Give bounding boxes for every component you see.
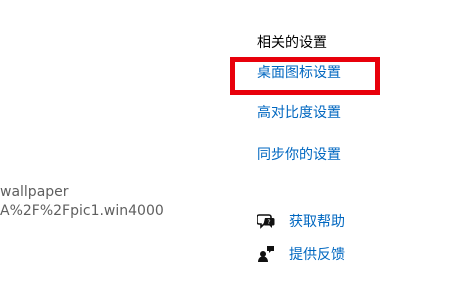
chat-help-icon: ? bbox=[256, 212, 275, 230]
high-contrast-settings-link[interactable]: 高对比度设置 bbox=[257, 102, 341, 122]
related-settings-title: 相关的设置 bbox=[257, 35, 327, 51]
feedback-icon bbox=[257, 245, 275, 263]
settings-page: wallpaper A%2F%2Fpic1.win4000 相关的设置 桌面图标… bbox=[0, 0, 462, 284]
highlight-box bbox=[230, 57, 380, 95]
wallpaper-path-line2: A%2F%2Fpic1.win4000 bbox=[0, 203, 164, 219]
sync-settings-link[interactable]: 同步你的设置 bbox=[257, 144, 341, 164]
get-help-row[interactable]: ? 获取帮助 bbox=[256, 210, 345, 232]
give-feedback-row[interactable]: 提供反馈 bbox=[257, 243, 345, 265]
svg-text:?: ? bbox=[267, 219, 270, 226]
wallpaper-path-line1: wallpaper bbox=[0, 184, 69, 200]
give-feedback-link[interactable]: 提供反馈 bbox=[289, 244, 345, 264]
get-help-link[interactable]: 获取帮助 bbox=[289, 211, 345, 231]
